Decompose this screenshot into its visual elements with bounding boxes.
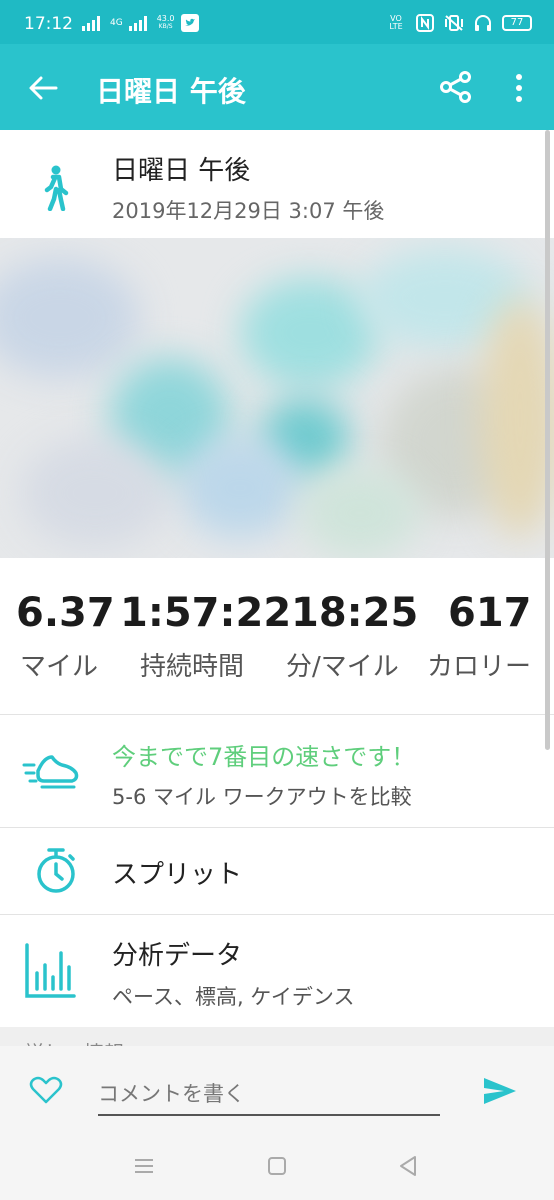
signal-icon: [128, 16, 147, 31]
bar-chart-icon: [25, 943, 76, 998]
speed-value: 43.0: [156, 14, 175, 23]
compare-row[interactable]: 今までで7番目の速さです！ 5-6 マイル ワークアウトを比較: [0, 715, 554, 827]
network-type: 4G: [110, 18, 123, 28]
stat-duration-label: 持続時間: [140, 652, 245, 682]
share-icon[interactable]: [438, 69, 474, 105]
more-vert-icon[interactable]: [512, 72, 526, 104]
comment-input[interactable]: [98, 1074, 440, 1116]
stat-distance-label: マイル: [20, 652, 99, 682]
back-nav-icon[interactable]: [396, 1154, 420, 1178]
route-map[interactable]: [0, 238, 554, 558]
headphones-icon: [475, 15, 491, 31]
status-time: 17:12: [24, 14, 73, 34]
comment-bar: [0, 1046, 554, 1132]
status-icons-right: VO LTE 77: [386, 14, 532, 32]
scrollbar[interactable]: [545, 130, 550, 750]
running-shoe-icon: [22, 755, 79, 789]
activity-datetime: 2019年12月29日 3:07 午後: [112, 199, 385, 223]
compare-title: 今までで7番目の速さです！: [112, 743, 416, 771]
analysis-subtitle: ペース、標高, ケイデンス: [112, 985, 355, 1009]
network-speed: 43.0 KB/S: [157, 15, 175, 31]
splits-row[interactable]: スプリット: [0, 828, 554, 914]
stat-distance-value: 6.37: [16, 590, 115, 636]
stopwatch-icon: [37, 848, 75, 893]
page-title: 日曜日 午後: [96, 75, 246, 108]
status-bar: 17:12 4G 43.0 KB/S VO LTE 77: [0, 0, 554, 44]
stat-duration-value: 1:57:22: [120, 590, 292, 636]
analysis-title: 分析データ: [112, 941, 243, 971]
status-icons-left: 4G 43.0 KB/S: [82, 14, 199, 32]
stat-pace-label: 分/マイル: [286, 652, 399, 682]
compare-subtitle: 5-6 マイル ワークアウトを比較: [112, 785, 412, 809]
send-icon[interactable]: [482, 1076, 518, 1106]
walking-person-icon: [44, 165, 69, 211]
splits-title: スプリット: [112, 860, 243, 890]
stat-calories-value: 617: [448, 590, 532, 636]
stat-pace-value: 18:25: [291, 590, 419, 636]
stat-calories-label: カロリー: [427, 652, 532, 682]
analysis-row[interactable]: 分析データ ペース、標高, ケイデンス: [0, 915, 554, 1027]
menu-icon[interactable]: [132, 1154, 156, 1178]
vibrate-icon: [445, 15, 463, 31]
activity-title: 日曜日 午後: [112, 156, 251, 186]
arrow-left-icon[interactable]: [26, 71, 60, 105]
system-nav-bar: [0, 1132, 554, 1200]
volte-indicator: VO LTE: [389, 14, 403, 31]
home-icon[interactable]: [265, 1154, 289, 1178]
battery-icon: 77: [502, 15, 532, 31]
speed-unit: KB/S: [158, 23, 173, 30]
twitter-icon: [180, 14, 199, 32]
signal-icon: [82, 16, 100, 31]
heart-icon[interactable]: [29, 1075, 63, 1105]
nfc-icon: [416, 14, 434, 32]
app-bar: 日曜日 午後: [0, 44, 554, 130]
